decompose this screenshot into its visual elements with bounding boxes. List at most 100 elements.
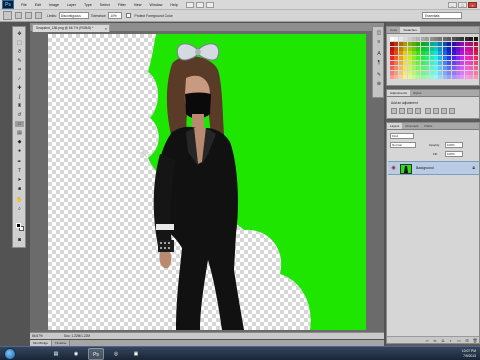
menu-window[interactable]: Window [150,3,163,7]
color-swatch[interactable] [420,70,425,75]
color-swatch[interactable] [398,75,403,80]
color-swatch[interactable] [394,41,399,46]
explorer-icon[interactable]: ▤ [48,348,64,360]
color-swatch[interactable] [434,75,438,80]
color-swatch[interactable] [390,70,394,75]
color-swatch[interactable] [434,70,438,75]
color-swatch[interactable] [429,65,434,70]
color-swatch[interactable] [469,51,474,56]
menu-filter[interactable]: Filter [118,3,126,7]
bg-eraser-once-icon[interactable] [25,12,32,19]
hue-saturation-adjust-icon[interactable] [433,108,439,114]
color-swatch[interactable] [434,56,438,61]
color-swatch[interactable] [447,37,452,41]
color-swatch[interactable] [429,70,434,75]
color-swatch[interactable] [473,41,478,46]
history-panel-icon[interactable]: ◫ [375,30,383,36]
color-swatch[interactable] [438,37,443,41]
color-swatch[interactable] [447,75,452,80]
minibridge-button[interactable] [195,1,204,8]
menu-type[interactable]: Type [84,3,92,7]
foreground-color-swatch[interactable] [16,223,21,228]
color-swatch[interactable] [438,46,443,51]
app-icon[interactable]: ▣ [128,348,144,360]
hand-icon[interactable]: ✋ [15,197,24,203]
eraser-icon[interactable]: ▱ [15,121,24,127]
color-swatch[interactable] [451,65,456,70]
color-swatch[interactable] [469,56,474,61]
color-swatch[interactable] [469,70,474,75]
new-adjustment-icon[interactable]: ◐ [448,338,454,343]
color-swatch[interactable] [456,61,460,65]
color-swatch[interactable] [429,51,434,56]
color-swatch[interactable] [473,37,478,41]
crop-icon[interactable]: ⌗ [15,67,24,73]
menu-view[interactable]: View [134,3,142,7]
color-swatch[interactable] [425,61,430,65]
properties-panel-icon[interactable]: ≡ [375,39,383,45]
color-swatch[interactable] [429,46,434,51]
quick-select-icon[interactable]: ✎ [15,58,24,64]
color-swatch[interactable] [390,51,394,56]
color-swatch[interactable] [420,46,425,51]
color-swatch[interactable] [403,56,408,61]
color-swatch[interactable] [447,56,452,61]
color-swatch[interactable] [469,46,474,51]
color-swatch[interactable] [429,37,434,41]
color-swatch[interactable] [451,46,456,51]
pen-icon[interactable]: ✒ [15,159,24,165]
color-swatch[interactable] [447,51,452,56]
color-swatch[interactable] [407,51,412,56]
color-swatch[interactable] [390,37,394,41]
color-swatch[interactable] [473,46,478,51]
color-swatch[interactable] [464,61,469,65]
color-swatch[interactable] [390,41,394,46]
stamp-icon[interactable]: ♜ [15,103,24,109]
bridge-button[interactable] [185,1,194,8]
color-swatch[interactable] [442,70,447,75]
color-tab[interactable]: Color [387,27,400,33]
color-swatch[interactable] [398,65,403,70]
color-swatch[interactable] [394,51,399,56]
color-swatch[interactable] [407,75,412,80]
color-swatch[interactable] [469,65,474,70]
menu-file[interactable]: File [21,3,27,7]
color-swatch[interactable] [469,75,474,80]
lasso-icon[interactable]: ϑ [15,49,24,55]
color-swatch[interactable] [442,75,447,80]
new-group-icon[interactable]: ▭ [456,338,462,343]
menu-select[interactable]: Select [100,3,110,7]
color-swatch[interactable] [464,70,469,75]
zoom-select[interactable] [205,1,214,8]
color-swatch[interactable] [407,56,412,61]
color-swatch[interactable] [403,46,408,51]
character-panel-icon[interactable]: A [375,51,383,57]
color-swatch[interactable] [447,46,452,51]
color-swatch[interactable] [460,37,465,41]
color-swatch[interactable] [456,37,460,41]
swatches-tab[interactable]: Swatches [400,27,420,33]
color-swatch[interactable] [420,51,425,56]
color-swatch[interactable] [398,61,403,65]
type-icon[interactable]: T [15,168,24,174]
color-swatch[interactable] [420,56,425,61]
color-swatch[interactable] [416,37,421,41]
color-swatch[interactable] [456,75,460,80]
color-swatch[interactable] [412,56,416,61]
color-swatch[interactable] [438,65,443,70]
color-swatch[interactable] [464,41,469,46]
color-swatch[interactable] [394,65,399,70]
color-swatch[interactable] [460,46,465,51]
color-swatch[interactable] [473,75,478,80]
color-swatch[interactable] [412,65,416,70]
color-balance-adjust-icon[interactable] [441,108,447,114]
color-swatch[interactable] [438,56,443,61]
color-swatch[interactable] [469,37,474,41]
color-swatch[interactable] [434,65,438,70]
color-swatch[interactable] [464,56,469,61]
color-swatch[interactable] [438,41,443,46]
color-swatch[interactable] [447,65,452,70]
color-swatch[interactable] [416,65,421,70]
color-swatch[interactable] [416,61,421,65]
styles-tab[interactable]: Styles [410,90,424,96]
